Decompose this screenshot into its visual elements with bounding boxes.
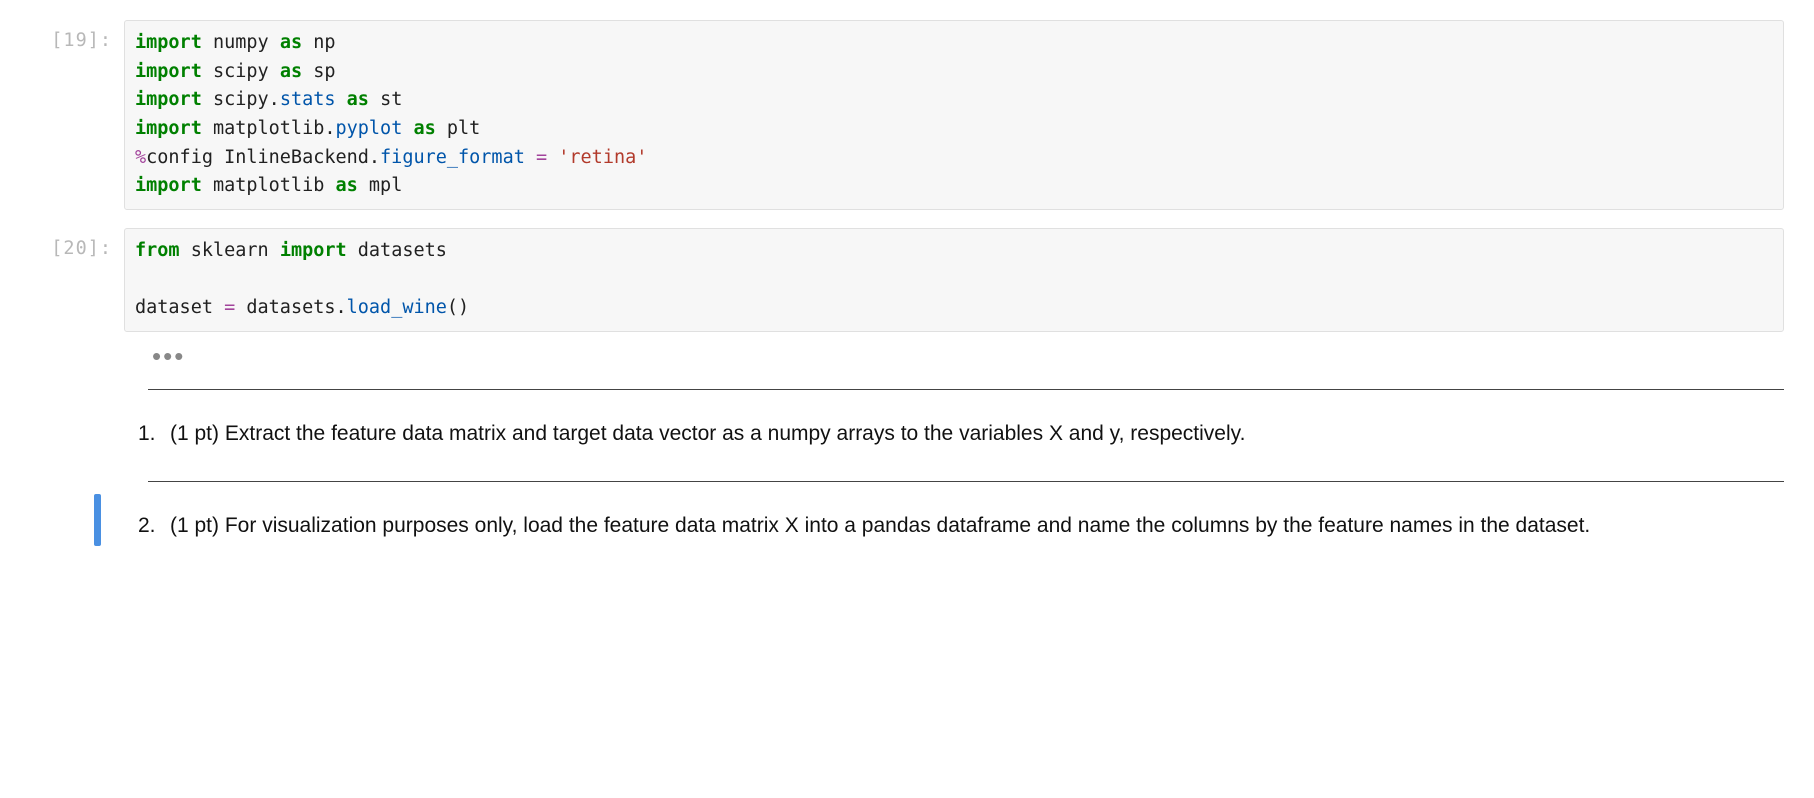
input-prompt: [20]:: [30, 228, 124, 259]
input-prompt: [19]:: [30, 20, 124, 51]
points-label: (1 pt): [170, 514, 219, 537]
code-cell[interactable]: [19]: import numpy as np import scipy as…: [30, 20, 1784, 210]
list-number: 1.: [138, 418, 156, 451]
question-text: Extract the feature data matrix and targ…: [225, 422, 1246, 445]
horizontal-rule: [148, 389, 1784, 390]
list-item: 2. (1 pt) For visualization purposes onl…: [170, 510, 1784, 543]
markdown-list: 1. (1 pt) Extract the feature data matri…: [124, 418, 1784, 451]
horizontal-rule: [148, 481, 1784, 482]
markdown-list-selected[interactable]: 2. (1 pt) For visualization purposes onl…: [124, 510, 1784, 543]
collapsed-output-icon[interactable]: •••: [152, 350, 1784, 363]
points-label: (1 pt): [170, 422, 219, 445]
list-item: 1. (1 pt) Extract the feature data matri…: [170, 418, 1784, 451]
code-input-area[interactable]: from sklearn import datasets dataset = d…: [124, 228, 1784, 332]
code-input-area[interactable]: import numpy as np import scipy as sp im…: [124, 20, 1784, 210]
list-number: 2.: [138, 510, 156, 543]
question-text: For visualization purposes only, load th…: [225, 514, 1590, 537]
code-cell[interactable]: [20]: from sklearn import datasets datas…: [30, 228, 1784, 332]
